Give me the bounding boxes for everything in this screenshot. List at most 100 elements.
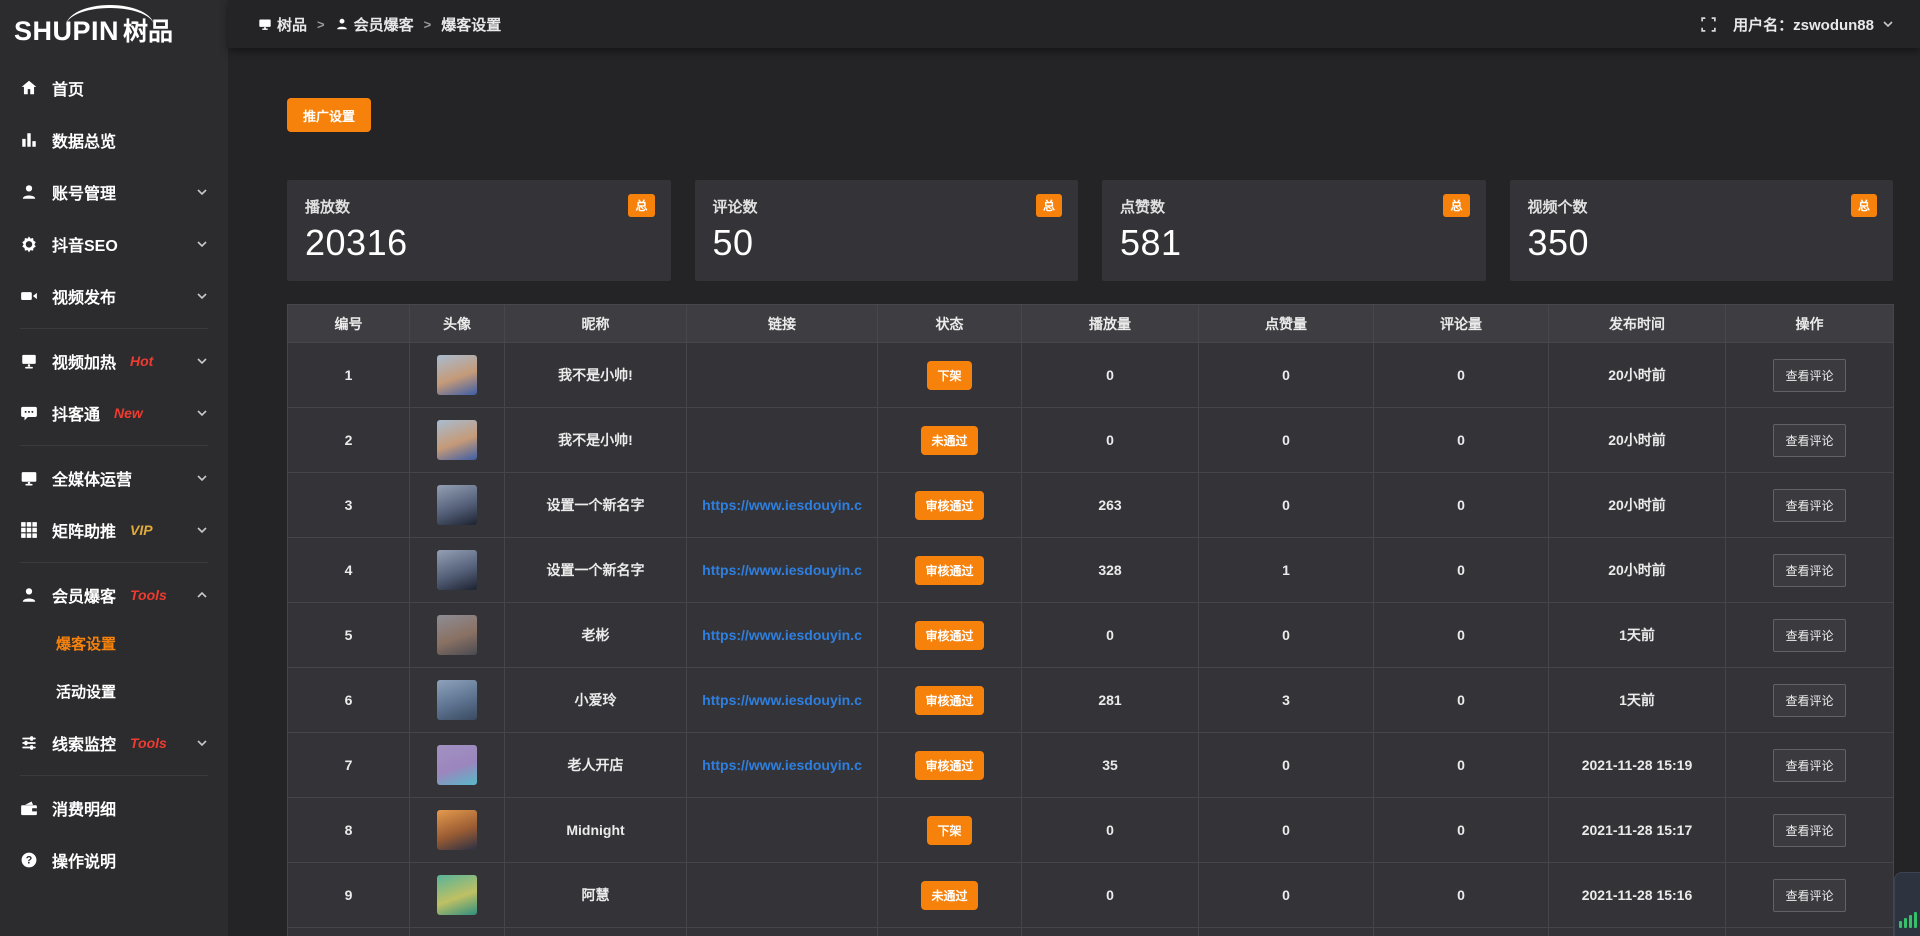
cell-link [687,798,878,863]
status-badge: 下架 [927,816,971,845]
table-row: 1我不是小帅!下架00020小时前查看评论 [288,343,1894,408]
monitor-icon [20,469,38,487]
cell-nickname: 老彬 [505,603,687,668]
status-badge: 审核通过 [915,621,983,650]
sidebar-item[interactable]: 会员爆客Tools [0,569,228,621]
cell-comments: 0 [1374,473,1549,538]
sidebar-subitem[interactable]: 活动设置 [0,669,228,717]
cell-avatar [410,668,505,733]
view-comments-button[interactable]: 查看评论 [1773,489,1845,522]
sidebar-item[interactable]: 全媒体运营 [0,452,228,504]
video-link[interactable]: https://www.iesdouyin.c [702,562,862,578]
sidebar-subitem[interactable]: 爆客设置 [0,621,228,669]
table-row: 7老人开店https://www.iesdouyin.c审核通过35002021… [288,733,1894,798]
cell-comments: 0 [1374,733,1549,798]
total-badge: 总 [1851,194,1877,217]
column-header: 状态 [878,305,1022,343]
cell-link [687,408,878,473]
video-link[interactable]: https://www.iesdouyin.c [702,627,862,643]
chevron-down-icon [1882,18,1894,30]
table-row: 6小爱玲https://www.iesdouyin.c审核通过281301天前查… [288,668,1894,733]
main-area: 树品>会员爆客>爆客设置 用户名：zswodun88 推广设置 播放数总2031… [228,0,1920,936]
breadcrumb-item[interactable]: 会员爆客 [335,14,414,35]
sidebar-item[interactable]: 线索监控Tools [0,717,228,769]
help-icon: ? [20,851,38,869]
breadcrumb-item[interactable]: 树品 [258,14,307,35]
sidebar-item[interactable]: 矩阵助推VIP [0,504,228,556]
cell-likes: 0 [1199,798,1374,863]
column-header: 点赞量 [1199,305,1374,343]
cell-avatar [410,863,505,928]
status-badge: 审核通过 [915,751,983,780]
cell-nickname: 设置一个新名字 [505,538,687,603]
cell-status: 未通过 [878,408,1022,473]
avatar [437,680,477,720]
stat-card-value: 350 [1528,222,1876,264]
stat-card-label: 点赞数 [1120,196,1468,217]
home-icon [20,79,38,97]
view-comments-button[interactable]: 查看评论 [1773,359,1845,392]
sidebar-item[interactable]: 消费明细 [0,782,228,834]
view-comments-button[interactable]: 查看评论 [1773,424,1845,457]
sidebar-item[interactable]: ?操作说明 [0,834,228,886]
chevron-down-icon [196,290,208,302]
username[interactable]: 用户名：zswodun88 [1733,14,1874,35]
cell-avatar [410,733,505,798]
sidebar-item[interactable]: 首页 [0,62,228,114]
view-comments-button[interactable]: 查看评论 [1773,619,1845,652]
sidebar-item[interactable]: 视频发布 [0,270,228,322]
sidebar-item[interactable]: 抖客通New [0,387,228,439]
status-badge: 未通过 [921,881,977,910]
cell-avatar [410,473,505,538]
cell-status: 下架 [878,343,1022,408]
cell-avatar [410,928,505,936]
view-comments-button[interactable]: 查看评论 [1773,749,1845,782]
video-link[interactable]: https://www.iesdouyin.c [702,692,862,708]
stat-card-value: 581 [1120,222,1468,264]
topbar: 树品>会员爆客>爆客设置 用户名：zswodun88 [228,0,1920,48]
cell-likes: 0 [1199,343,1374,408]
gear-icon [20,235,38,253]
breadcrumb: 树品>会员爆客>爆客设置 [258,14,501,35]
sidebar-item[interactable]: 数据总览 [0,114,228,166]
sidebar-item[interactable]: 账号管理 [0,166,228,218]
cell-status: 下架 [878,798,1022,863]
view-comments-button[interactable]: 查看评论 [1773,814,1845,847]
cell-likes [1199,928,1374,936]
video-link[interactable]: https://www.iesdouyin.c [702,497,862,513]
video-link[interactable]: https://www.iesdouyin.c [702,757,862,773]
sidebar-item-tag: Tools [130,735,167,751]
breadcrumb-separator: > [424,17,432,32]
sidebar-item-tag: Hot [130,353,153,369]
cell-nickname [505,928,687,936]
cell-comments: 0 [1374,668,1549,733]
cell-time: 20小时前 [1549,343,1726,408]
status-badge: 未通过 [921,426,977,455]
view-comments-button[interactable]: 查看评论 [1773,684,1845,717]
cell-row-number: 9 [288,863,410,928]
column-header: 评论量 [1374,305,1549,343]
cell-action [1726,928,1894,936]
column-header: 头像 [410,305,505,343]
sliders-icon [20,734,38,752]
column-header: 编号 [288,305,410,343]
view-comments-button[interactable]: 查看评论 [1773,554,1845,587]
cell-likes: 1 [1199,538,1374,603]
promo-settings-button[interactable]: 推广设置 [287,98,371,132]
sidebar-item-tag: VIP [130,522,153,538]
app-logo: SHUPIN树品 [0,0,228,54]
chat-icon [20,404,38,422]
sidebar-item-label: 首页 [52,76,84,100]
menu-divider [20,775,208,776]
fullscreen-icon[interactable] [1700,16,1717,33]
view-comments-button[interactable]: 查看评论 [1773,879,1845,912]
sidebar-item[interactable]: 抖音SEO [0,218,228,270]
cell-row-number: 5 [288,603,410,668]
sidebar-item[interactable]: 视频加热Hot [0,335,228,387]
floating-widget[interactable] [1894,872,1920,936]
sidebar-item-label: 抖音SEO [52,232,118,256]
cell-nickname: 小爱玲 [505,668,687,733]
table-body: 1我不是小帅!下架00020小时前查看评论2我不是小帅!未通过00020小时前查… [288,343,1894,936]
cell-nickname: 阿慧 [505,863,687,928]
table-row: 2我不是小帅!未通过00020小时前查看评论 [288,408,1894,473]
